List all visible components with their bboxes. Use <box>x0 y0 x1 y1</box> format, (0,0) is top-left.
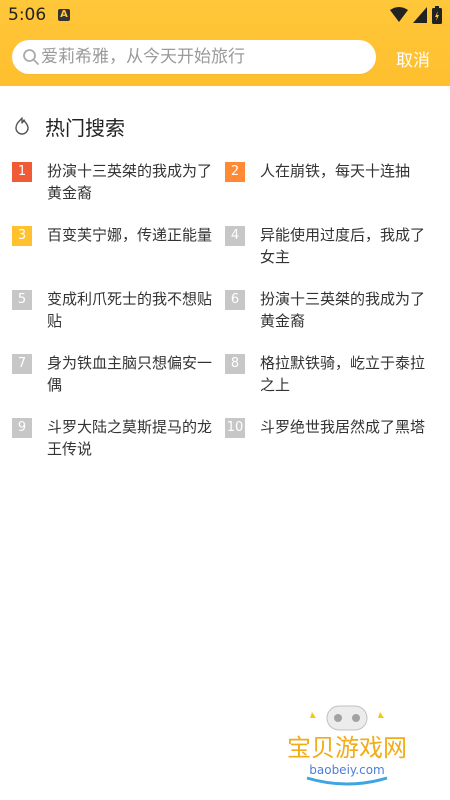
rank-badge: 3 <box>12 226 32 246</box>
hot-item[interactable]: 9 斗罗大陆之莫斯提马的龙王传说 <box>12 416 212 460</box>
site-watermark-logo: 宝贝游戏网 baobeiy.com <box>287 705 407 786</box>
hot-item[interactable]: 4 异能使用过度后，我成了女主 <box>225 224 425 268</box>
rank-badge: 8 <box>225 354 245 374</box>
rank-badge: 9 <box>12 418 32 438</box>
battery-icon <box>432 6 442 24</box>
rank-badge: 6 <box>225 290 245 310</box>
hot-item-label: 扮演十三英桀的我成为了黄金裔 <box>47 162 213 202</box>
rank-badge: 1 <box>12 162 32 182</box>
rank-badge: 4 <box>225 226 245 246</box>
hot-item[interactable]: 10 斗罗绝世我居然成了黑塔 <box>225 416 425 438</box>
hot-item[interactable]: 1 扮演十三英桀的我成为了黄金裔 <box>12 160 212 204</box>
hot-item[interactable]: 2 人在崩铁，每天十连抽 <box>225 160 425 182</box>
status-time: 5:06 <box>8 5 47 25</box>
hot-item-label: 格拉默铁骑，屹立于泰拉之上 <box>260 354 426 394</box>
hot-item-label: 人在崩铁，每天十连抽 <box>260 162 411 180</box>
hot-item-label: 变成利爪死士的我不想贴贴 <box>47 290 213 330</box>
signal-icon <box>413 7 427 23</box>
flame-icon <box>15 117 29 135</box>
hot-item-label: 百变芙宁娜，传递正能量 <box>47 226 213 244</box>
hot-search-header: 热门搜索 <box>12 112 125 140</box>
system-icons <box>390 6 442 24</box>
rank-badge: 7 <box>12 354 32 374</box>
hot-item[interactable]: 6 扮演十三英桀的我成为了黄金裔 <box>225 288 425 332</box>
search-icon <box>23 49 39 65</box>
rank-badge: 2 <box>225 162 245 182</box>
hot-item-label: 身为铁血主脑只想偏安一偶 <box>47 354 213 394</box>
hot-item[interactable]: 7 身为铁血主脑只想偏安一偶 <box>12 352 212 396</box>
search-box[interactable] <box>12 40 376 74</box>
hot-item[interactable]: 8 格拉默铁骑，屹立于泰拉之上 <box>225 352 425 396</box>
rank-badge: 5 <box>12 290 32 310</box>
notification-badge: A <box>58 9 70 21</box>
hot-item-label: 斗罗大陆之莫斯提马的龙王传说 <box>47 418 213 458</box>
hot-item-label: 斗罗绝世我居然成了黑塔 <box>260 418 426 436</box>
hot-item[interactable]: 5 变成利爪死士的我不想贴贴 <box>12 288 212 332</box>
hot-item-label: 异能使用过度后，我成了女主 <box>260 226 426 266</box>
status-bar: 5:06 A <box>0 0 450 30</box>
hot-item-label: 扮演十三英桀的我成为了黄金裔 <box>260 290 426 330</box>
search-input[interactable] <box>41 40 361 74</box>
cancel-button[interactable]: 取消 <box>396 46 430 71</box>
rank-badge: 10 <box>225 418 245 438</box>
wifi-icon <box>390 7 408 22</box>
header-bar: 5:06 A 取消 <box>0 0 450 86</box>
hot-search-title: 热门搜索 <box>45 115 125 140</box>
watermark-brand: 宝贝游戏网 <box>287 734 407 762</box>
watermark-domain: baobeiy.com <box>309 763 384 777</box>
hot-item[interactable]: 3 百变芙宁娜，传递正能量 <box>12 224 212 246</box>
